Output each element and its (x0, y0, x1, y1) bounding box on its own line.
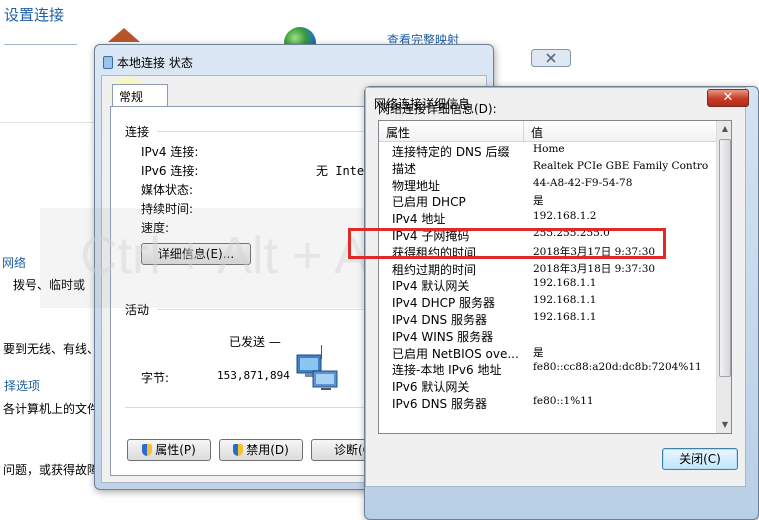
value-cell: 44-A8-42-F9-54-78 (533, 176, 633, 189)
network-connection-details-window: 网络连接详细信息 ✕ 网络连接详细信息(D): 属性 值 连接特定的 DNS 后… (364, 86, 759, 520)
uac-shield-icon (142, 444, 153, 456)
ipv4-address-highlight-box (348, 228, 666, 259)
value-cell: Realtek PCIe GBE Family Contro (533, 159, 709, 172)
table-row[interactable]: 连接-本地 IPv6 地址 fe80::cc88:a20d:dc8b:7204%1… (379, 361, 716, 378)
value-cell: 192.168.1.1 (533, 294, 597, 307)
table-row[interactable]: IPv6 DNS 服务器 fe80::1%11 (379, 395, 716, 412)
property-cell: IPv4 DNS 服务器 (392, 312, 487, 327)
property-cell: 已启用 NetBIOS ove... (392, 346, 519, 361)
table-row[interactable]: 租约过期的时间 2018年3月18日 9:37:30 (379, 261, 716, 278)
scroll-down-icon[interactable]: ▼ (717, 417, 731, 433)
column-header-value[interactable]: 值 (531, 124, 543, 141)
table-row[interactable]: IPv4 DHCP 服务器 192.168.1.1 (379, 294, 716, 311)
activity-divider (321, 345, 322, 359)
network-section-label: 网络 (2, 256, 27, 270)
watermark-text: Ctrl + Alt + A (80, 227, 370, 285)
value-cell: 192.168.1.1 (533, 277, 597, 290)
value-cell: 是 (533, 195, 544, 208)
value-cell: fe80::cc88:a20d:dc8b:7204%11 (533, 361, 702, 374)
scroll-up-icon[interactable]: ▲ (717, 121, 731, 137)
property-cell: 已启用 DHCP (392, 195, 466, 210)
bytes-label: 字节: (141, 371, 170, 385)
properties-button[interactable]: 属性(P) (127, 439, 211, 461)
property-cell: 租约过期的时间 (392, 262, 477, 277)
table-row[interactable]: 物理地址 44-A8-42-F9-54-78 (379, 177, 716, 194)
options-link[interactable]: 择选项 (4, 377, 40, 394)
sent-label: 已发送 — (229, 335, 281, 349)
media-state-label: 媒体状态: (141, 183, 194, 197)
bytes-sent-value: 153,871,894 (217, 369, 290, 382)
table-row[interactable]: 已启用 NetBIOS ove... 是 (379, 345, 716, 362)
list-header: 属性 值 (379, 121, 716, 142)
details-list[interactable]: 属性 值 连接特定的 DNS 后缀 Home 描述 Realtek PCIe GBE … (378, 120, 732, 434)
window-title: 本地连接 状态 (117, 56, 193, 70)
vertical-scrollbar[interactable]: ▲ ▼ (716, 121, 731, 433)
property-cell: IPv4 WINS 服务器 (392, 329, 494, 344)
property-cell: IPv4 地址 (392, 212, 446, 227)
property-cell: 连接-本地 IPv6 地址 (392, 363, 502, 378)
connection-heading: 连接 (125, 125, 150, 139)
divider (0, 122, 98, 123)
details-caption: 网络连接详细信息(D): (378, 102, 497, 116)
properties-button-label: 属性(P) (155, 443, 196, 457)
house-icon (108, 28, 140, 42)
value-cell: fe80::1%11 (533, 394, 594, 407)
table-row[interactable]: 描述 Realtek PCIe GBE Family Contro (379, 160, 716, 177)
details-rows: 连接特定的 DNS 后缀 Home 描述 Realtek PCIe GBE Famil… (379, 143, 716, 412)
divider (4, 44, 77, 45)
value-cell: 192.168.1.2 (533, 210, 597, 223)
table-row[interactable]: IPv4 DNS 服务器 192.168.1.1 (379, 311, 716, 328)
connect-text: 要到无线、有线、 (3, 342, 100, 356)
ipv6-connectivity-label: IPv6 连接: (141, 164, 199, 178)
table-row[interactable]: 已启用 DHCP 是 (379, 193, 716, 210)
value-cell: 192.168.1.1 (533, 310, 597, 323)
property-cell: 描述 (392, 161, 417, 176)
property-cell: 物理地址 (392, 178, 441, 193)
property-cell: IPv6 默认网关 (392, 380, 470, 395)
disable-button-label: 禁用(D) (246, 443, 289, 457)
close-icon[interactable]: ✕ (707, 89, 749, 107)
property-cell: 连接特定的 DNS 后缀 (392, 145, 510, 159)
ipv4-connectivity-label: IPv4 连接: (141, 145, 199, 159)
value-cell: 是 (533, 346, 544, 359)
value-cell: Home (533, 143, 565, 155)
table-row[interactable]: IPv6 默认网关 (379, 378, 716, 395)
property-cell: IPv4 DHCP 服务器 (392, 296, 496, 311)
table-row[interactable]: IPv4 默认网关 192.168.1.1 (379, 277, 716, 294)
details-window-body: 网络连接详细信息(D): 属性 值 连接特定的 DNS 后缀 Home 描述 Real… (365, 87, 746, 487)
property-cell: IPv4 默认网关 (392, 279, 470, 294)
table-row[interactable]: IPv4 地址 192.168.1.2 (379, 210, 716, 227)
page-title: 设置连接 (4, 6, 65, 24)
table-row[interactable]: IPv4 WINS 服务器 (379, 328, 716, 345)
file-sharing-text: 各计算机上的文件 (3, 402, 100, 416)
column-header-property[interactable]: 属性 (386, 124, 410, 141)
troubleshoot-text: 问题，或获得故障 (3, 463, 100, 477)
table-row[interactable]: 连接特定的 DNS 后缀 Home (379, 143, 716, 160)
property-cell: IPv6 DNS 服务器 (392, 396, 487, 411)
disable-button[interactable]: 禁用(D) (219, 439, 303, 461)
network-connection-icon (103, 56, 113, 69)
tab-general[interactable]: 常规 (112, 84, 168, 106)
close-icon[interactable] (531, 49, 571, 67)
network-computers-icon (296, 354, 338, 390)
column-divider[interactable] (523, 121, 524, 142)
uac-shield-icon (233, 444, 244, 456)
value-cell: 2018年3月18日 9:37:30 (533, 262, 656, 275)
close-button[interactable]: 关闭(C) (662, 448, 738, 470)
scrollbar-thumb[interactable] (719, 139, 731, 377)
